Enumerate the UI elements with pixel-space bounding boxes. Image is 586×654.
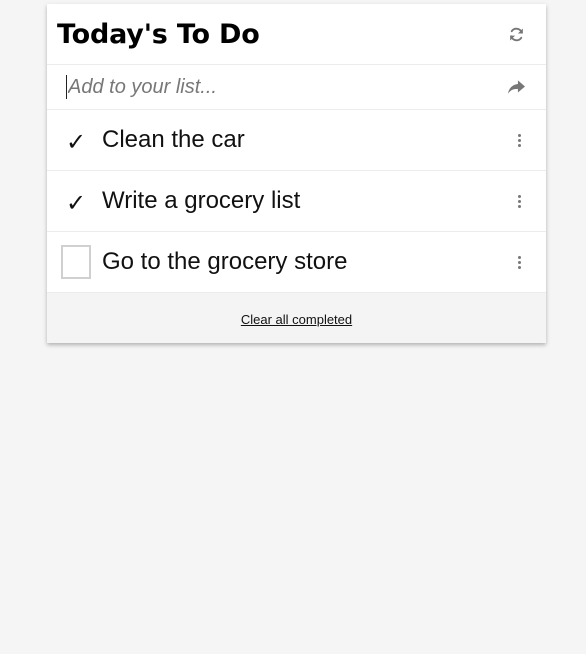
todo-text: Clean the car [102, 126, 245, 153]
todo-checkbox-unchecked[interactable] [59, 243, 93, 281]
todo-checkbox-checked[interactable]: ✓ [59, 182, 93, 220]
todo-item: Go to the grocery store [47, 232, 546, 293]
more-vertical-icon[interactable] [511, 130, 527, 150]
todo-item: ✓ Clean the car [47, 110, 546, 171]
add-item-input[interactable] [66, 75, 505, 99]
todo-checkbox-checked[interactable]: ✓ [59, 121, 93, 159]
clear-completed-link[interactable]: Clear all completed [241, 312, 352, 327]
todo-text: Write a grocery list [102, 187, 301, 214]
add-item-row [47, 65, 546, 110]
refresh-icon[interactable] [505, 23, 527, 45]
checkbox-box [61, 245, 91, 279]
check-icon: ✓ [65, 128, 87, 156]
more-vertical-icon[interactable] [511, 252, 527, 272]
todo-card: Today's To Do ✓ Clean the car ✓ [47, 4, 546, 343]
card-header: Today's To Do [47, 4, 546, 65]
share-arrow-icon[interactable] [505, 76, 527, 98]
todo-text: Go to the grocery store [102, 248, 348, 275]
more-vertical-icon[interactable] [511, 191, 527, 211]
todo-item: ✓ Write a grocery list [47, 171, 546, 232]
page-title: Today's To Do [57, 18, 260, 50]
check-icon: ✓ [65, 189, 87, 217]
card-footer: Clear all completed [47, 293, 546, 343]
